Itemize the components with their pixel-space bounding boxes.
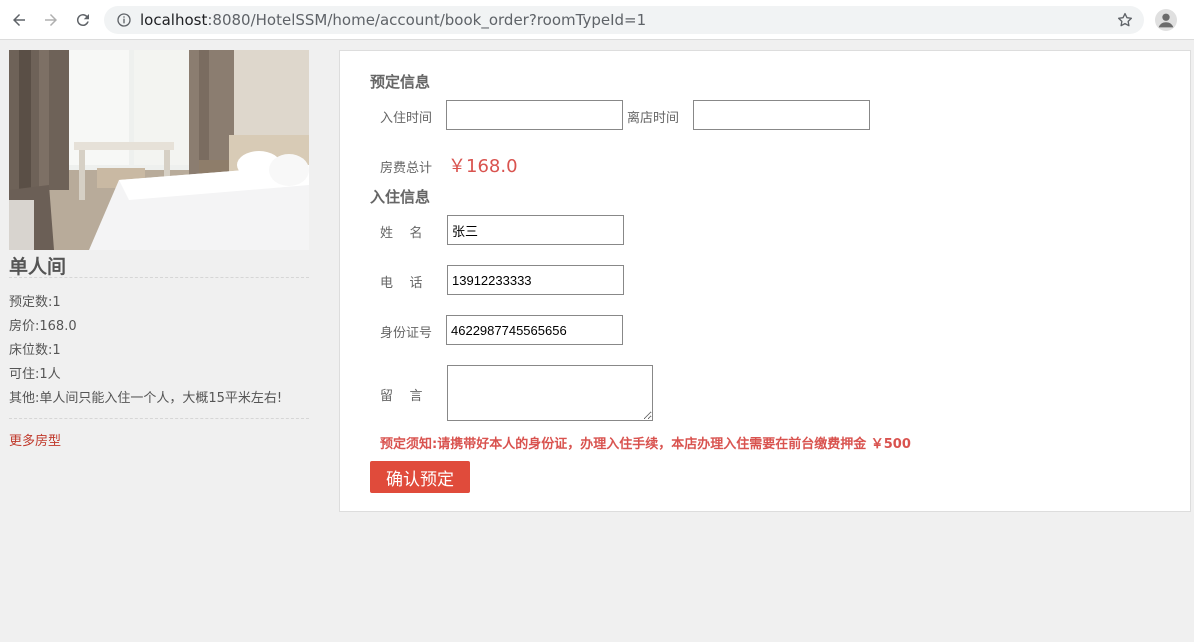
back-arrow-icon[interactable] bbox=[8, 9, 30, 31]
message-label: 留 言 bbox=[380, 389, 423, 404]
room-detail-beds: 床位数:1 bbox=[9, 343, 61, 358]
id-number-input[interactable] bbox=[446, 315, 623, 345]
divider bbox=[9, 277, 309, 278]
browser-toolbar: localhost:8080/HotelSSM/home/account/boo… bbox=[0, 0, 1194, 40]
room-photo bbox=[9, 50, 309, 250]
divider bbox=[9, 418, 309, 419]
id-number-label: 身份证号 bbox=[380, 326, 433, 341]
url-path: :8080/HotelSSM/home/account/book_order?r… bbox=[207, 11, 647, 29]
guest-info-heading: 入住信息 bbox=[370, 188, 431, 206]
booking-notice: 预定须知:请携带好本人的身份证，办理入住手续，本店办理入住需要在前台缴费押金 ￥… bbox=[380, 437, 911, 452]
room-detail-booked: 预定数:1 bbox=[9, 295, 61, 310]
info-icon[interactable] bbox=[116, 12, 132, 28]
name-input[interactable] bbox=[447, 215, 624, 245]
phone-input[interactable] bbox=[447, 265, 624, 295]
booking-form-panel: 预定信息 入住时间 离店时间 房费总计 ￥168.0 入住信息 姓 名 电 话 … bbox=[339, 50, 1191, 512]
room-detail-price: 房价:168.0 bbox=[9, 319, 77, 334]
room-title: 单人间 bbox=[9, 256, 67, 278]
total-label: 房费总计 bbox=[380, 161, 433, 176]
confirm-booking-button[interactable]: 确认预定 bbox=[370, 461, 470, 493]
more-room-types-link[interactable]: 更多房型 bbox=[9, 430, 61, 449]
url-host: localhost bbox=[140, 11, 208, 29]
booking-info-heading: 预定信息 bbox=[370, 73, 431, 91]
message-textarea[interactable] bbox=[447, 365, 653, 421]
total-price: ￥168.0 bbox=[448, 156, 518, 177]
checkout-input[interactable] bbox=[693, 100, 870, 130]
profile-icon[interactable] bbox=[1155, 9, 1177, 31]
checkout-label: 离店时间 bbox=[627, 111, 680, 126]
checkin-input[interactable] bbox=[446, 100, 623, 130]
reload-icon[interactable] bbox=[72, 9, 94, 31]
checkin-label: 入住时间 bbox=[380, 111, 433, 126]
room-detail-other: 其他:单人间只能入住一个人，大概15平米左右! bbox=[9, 391, 283, 406]
phone-label: 电 话 bbox=[380, 276, 423, 291]
name-label: 姓 名 bbox=[380, 226, 423, 241]
room-detail-capacity: 可住:1人 bbox=[9, 367, 61, 382]
url-text[interactable]: localhost:8080/HotelSSM/home/account/boo… bbox=[140, 11, 646, 29]
address-bar[interactable]: localhost:8080/HotelSSM/home/account/boo… bbox=[104, 6, 1144, 34]
star-icon[interactable] bbox=[1116, 11, 1134, 29]
forward-arrow-icon[interactable] bbox=[40, 9, 62, 31]
